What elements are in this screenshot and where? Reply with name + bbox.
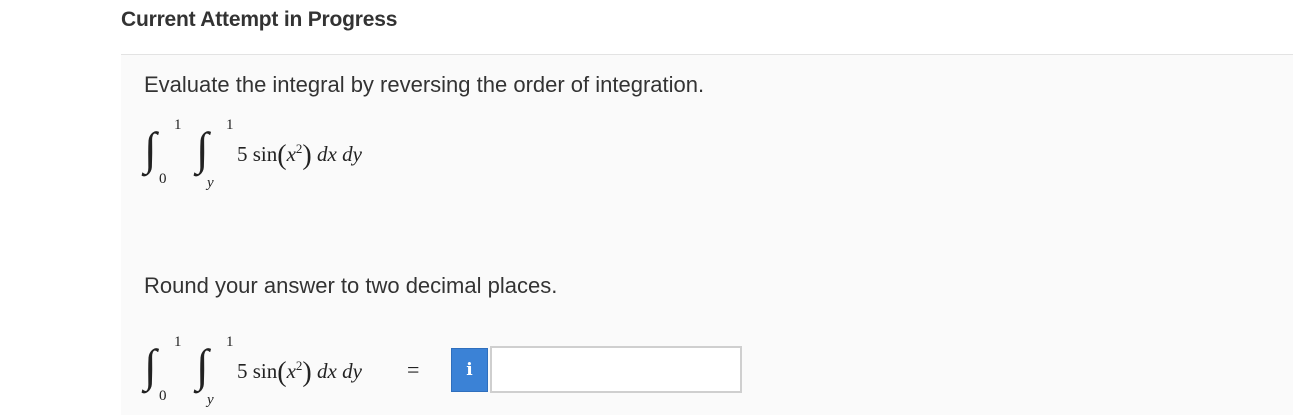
- integrand: 5 sin(x2) dx dy: [237, 357, 362, 388]
- inner-upper-limit: 1: [226, 117, 234, 133]
- function-variable: x: [286, 359, 296, 383]
- outer-integral-sign: ∫: [144, 340, 157, 391]
- rounding-instruction: Round your answer to two decimal places.: [144, 273, 558, 298]
- inner-upper-limit: 1: [226, 334, 234, 350]
- info-icon: i: [466, 360, 473, 380]
- inner-lower-limit: y: [207, 392, 214, 408]
- inner-integral-sign: ∫: [196, 123, 209, 174]
- answer-integral-expression: ∫ 1 0 ∫ 1 y 5 sin(x2) dx dy: [140, 331, 410, 415]
- coefficient: 5: [237, 142, 248, 166]
- integral-expression: ∫ 1 0 ∫ 1 y 5 sin(x2) dx dy: [140, 116, 440, 196]
- outer-upper-limit: 1: [174, 117, 182, 133]
- function-name: sin: [252, 359, 278, 383]
- outer-integral-sign: ∫: [144, 123, 157, 174]
- outer-upper-limit: 1: [174, 334, 182, 350]
- equals-sign: =: [407, 357, 420, 382]
- coefficient: 5: [237, 359, 248, 383]
- inner-lower-limit: y: [207, 175, 214, 191]
- differentials: dx dy: [317, 142, 362, 166]
- function-name: sin: [252, 142, 278, 166]
- outer-lower-limit: 0: [159, 171, 167, 187]
- info-button[interactable]: i: [451, 348, 488, 392]
- integrand: 5 sin(x2) dx dy: [237, 140, 362, 171]
- page-title: Current Attempt in Progress: [121, 8, 398, 31]
- differentials: dx dy: [317, 359, 362, 383]
- outer-lower-limit: 0: [159, 388, 167, 404]
- inner-integral-sign: ∫: [196, 340, 209, 391]
- answer-input[interactable]: [490, 346, 742, 393]
- function-variable: x: [286, 142, 296, 166]
- question-prompt: Evaluate the integral by reversing the o…: [144, 72, 705, 97]
